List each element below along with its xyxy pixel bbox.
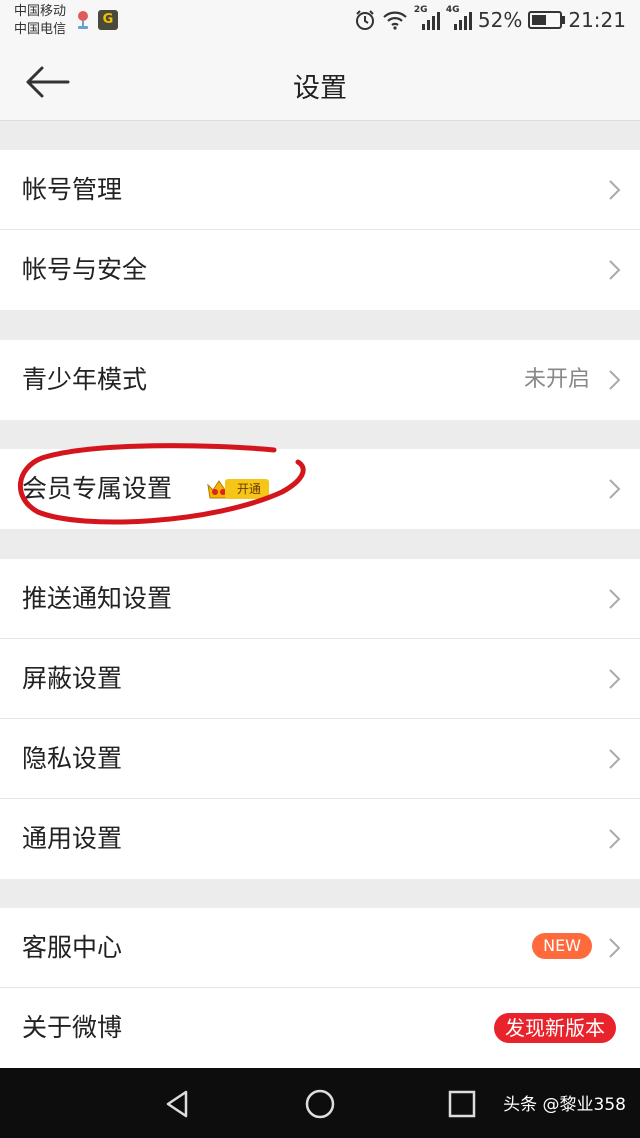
- nav-back-icon[interactable]: [162, 1088, 194, 1120]
- page-title: 设置: [293, 73, 347, 104]
- vip-badge[interactable]: 开通: [205, 477, 270, 501]
- nav-home-icon[interactable]: [304, 1088, 336, 1120]
- app-notification-icon: G: [98, 10, 118, 30]
- settings-row-account-security[interactable]: 帐号与安全: [0, 230, 640, 310]
- top-nav-bar: 设置: [0, 44, 640, 121]
- settings-row-account-management[interactable]: 帐号管理: [0, 150, 640, 230]
- watermark: 头条 @黎业358: [503, 1095, 626, 1115]
- row-label: 会员专属设置: [22, 474, 173, 503]
- chevron-right-icon: [609, 180, 621, 200]
- new-badge: NEW: [532, 933, 592, 959]
- chevron-right-icon: [609, 260, 621, 280]
- system-navigation-bar: 头条 @黎业358: [0, 1068, 640, 1138]
- battery-level: [532, 15, 546, 25]
- wifi-icon: [383, 11, 407, 30]
- settings-row-vip-settings[interactable]: 会员专属设置 开通: [0, 449, 640, 529]
- battery-icon: [528, 11, 566, 29]
- row-label: 推送通知设置: [22, 584, 173, 613]
- carrier-1: 中国移动: [14, 4, 67, 19]
- section-help: 客服中心 NEW 关于微博 发现新版本: [0, 908, 640, 1068]
- signal-4g-icon: 4G: [446, 5, 472, 31]
- chevron-right-icon: [609, 370, 621, 390]
- settings-row-customer-service[interactable]: 客服中心 NEW: [0, 908, 640, 988]
- settings-row-about[interactable]: 关于微博 发现新版本: [0, 988, 640, 1068]
- row-label: 关于微博: [22, 1013, 123, 1042]
- settings-row-privacy[interactable]: 隐私设置: [0, 719, 640, 799]
- settings-row-teen-mode[interactable]: 青少年模式 未开启: [0, 340, 640, 420]
- settings-row-push[interactable]: 推送通知设置: [0, 559, 640, 639]
- chevron-right-icon: [609, 749, 621, 769]
- row-label: 屏蔽设置: [22, 664, 123, 693]
- section-teen: 青少年模式 未开启: [0, 340, 640, 420]
- row-label: 帐号与安全: [22, 255, 148, 284]
- new-version-badge: 发现新版本: [494, 1013, 616, 1043]
- clock: 21:21: [568, 8, 626, 32]
- status-bar: 中国移动 中国电信 G 2G 4G 52% 21:21: [0, 0, 640, 44]
- system-indicators: 2G 4G 52% 21:21: [354, 5, 626, 32]
- row-label: 帐号管理: [22, 175, 123, 204]
- row-label: 客服中心: [22, 933, 123, 962]
- signal-2g-icon: 2G: [414, 5, 440, 31]
- chevron-right-icon: [609, 589, 621, 609]
- chevron-right-icon: [609, 479, 621, 499]
- row-label: 通用设置: [22, 824, 123, 853]
- location-pin-icon: [78, 11, 88, 29]
- row-label: 青少年模式: [22, 365, 148, 394]
- battery-percent: 52%: [477, 8, 523, 32]
- chevron-right-icon: [609, 829, 621, 849]
- settings-row-general[interactable]: 通用设置: [0, 799, 640, 879]
- carrier-info: 中国移动 中国电信: [14, 3, 66, 39]
- teen-mode-status: 未开启: [523, 367, 590, 392]
- row-label: 隐私设置: [22, 744, 123, 773]
- nav-recents-icon[interactable]: [446, 1088, 478, 1120]
- section-vip: 会员专属设置 开通: [0, 449, 640, 529]
- carrier-2: 中国电信: [14, 22, 67, 37]
- vip-open-label: 开通: [225, 479, 270, 499]
- chevron-right-icon: [609, 938, 621, 958]
- settings-row-block[interactable]: 屏蔽设置: [0, 639, 640, 719]
- notification-icons: G: [76, 10, 118, 30]
- alarm-icon: [355, 10, 374, 30]
- section-account: 帐号管理 帐号与安全: [0, 150, 640, 310]
- chevron-right-icon: [609, 669, 621, 689]
- section-general: 推送通知设置 屏蔽设置 隐私设置 通用设置: [0, 559, 640, 879]
